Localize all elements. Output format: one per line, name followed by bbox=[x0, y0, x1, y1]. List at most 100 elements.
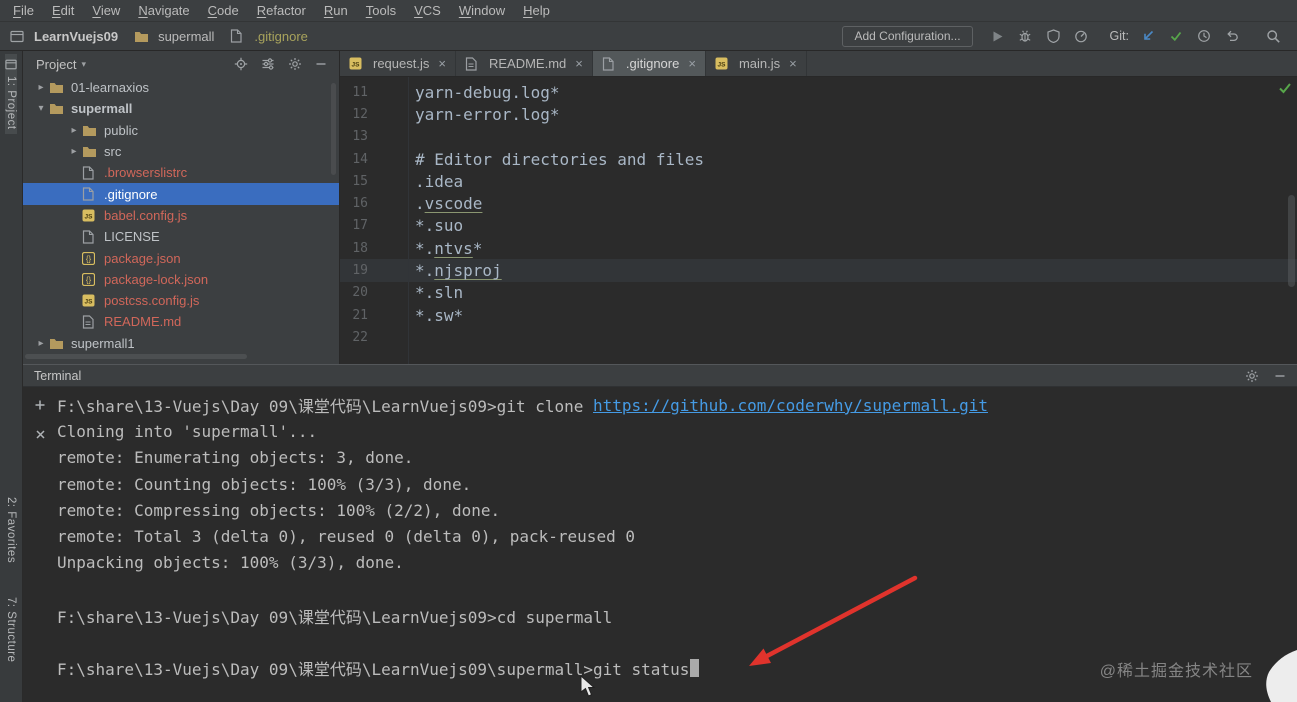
chevron-right-icon[interactable]: ▸ bbox=[33, 82, 49, 93]
editor-line[interactable]: 13 bbox=[340, 126, 1297, 148]
tree-item-src[interactable]: ▸ src bbox=[23, 141, 339, 162]
code-text: *.sln bbox=[415, 283, 464, 303]
tree-item-label: src bbox=[104, 144, 122, 160]
chevron-down-icon[interactable]: ▾ bbox=[33, 103, 49, 114]
code-text: .idea bbox=[415, 171, 464, 191]
tree-scrollbar[interactable] bbox=[331, 83, 336, 175]
add-configuration-button[interactable]: Add Configuration... bbox=[842, 25, 973, 47]
menu-view[interactable]: View bbox=[83, 1, 129, 20]
tree-item-babel-config-js[interactable]: JS babel.config.js bbox=[23, 205, 339, 226]
tree-item-supermall[interactable]: ▾ supermall bbox=[23, 98, 339, 119]
tree-item-package-json[interactable]: {} package.json bbox=[23, 247, 339, 268]
tab-close-icon[interactable]: × bbox=[789, 56, 797, 71]
editor-line[interactable]: 18 *.ntvs* bbox=[340, 237, 1297, 259]
breadcrumb-item-supermall[interactable]: supermall bbox=[134, 29, 214, 44]
revert-icon[interactable] bbox=[1222, 27, 1241, 46]
code-text: .vscode bbox=[415, 194, 483, 214]
tool-window-button-2-favorites[interactable]: 2: Favorites bbox=[5, 490, 17, 567]
editor-line[interactable]: 12 yarn-error.log* bbox=[340, 103, 1297, 125]
chevron-right-icon[interactable]: ▸ bbox=[66, 146, 82, 157]
git-commit-icon[interactable] bbox=[1166, 27, 1185, 46]
close-session-icon[interactable] bbox=[35, 425, 46, 444]
tool-window-button-1-project[interactable]: 1: Project bbox=[5, 54, 17, 134]
tree-item-browserslistrc[interactable]: .browserslistrc bbox=[23, 162, 339, 183]
tree-item-label: babel.config.js bbox=[104, 207, 188, 223]
editor-scrollbar[interactable] bbox=[1288, 195, 1295, 287]
git-update-icon[interactable] bbox=[1138, 27, 1157, 46]
tab-request-js[interactable]: JS request.js × bbox=[340, 51, 456, 76]
tree-item-gitignore[interactable]: .gitignore bbox=[23, 183, 339, 205]
editor-line[interactable]: 11 yarn-debug.log* bbox=[340, 81, 1297, 103]
svg-text:JS: JS bbox=[85, 213, 94, 220]
debug-icon[interactable] bbox=[1016, 27, 1035, 46]
json-icon: {} bbox=[82, 272, 100, 286]
terminal-header[interactable]: Terminal bbox=[23, 364, 1297, 387]
terminal-title: Terminal bbox=[34, 368, 82, 383]
new-session-icon[interactable] bbox=[34, 396, 46, 415]
code-text: yarn-debug.log* bbox=[415, 82, 560, 102]
git-label: Git: bbox=[1109, 29, 1129, 43]
tab-close-icon[interactable]: × bbox=[688, 56, 696, 71]
code-text: *.sw* bbox=[415, 305, 464, 325]
history-icon[interactable] bbox=[1194, 27, 1213, 46]
menu-navigate[interactable]: Navigate bbox=[129, 1, 198, 20]
line-number: 12 bbox=[352, 106, 368, 122]
watermark: @稀土掘金技术社区 bbox=[1099, 663, 1253, 680]
tree-item-readme-md[interactable]: README.md bbox=[23, 311, 339, 332]
terminal-settings-icon[interactable] bbox=[1245, 369, 1259, 383]
editor-line[interactable]: 21 *.sw* bbox=[340, 304, 1297, 326]
menu-edit[interactable]: Edit bbox=[43, 1, 83, 20]
menu-window[interactable]: Window bbox=[450, 1, 514, 20]
svg-text:{}: {} bbox=[86, 275, 92, 284]
tree-item-public[interactable]: ▸ public bbox=[23, 120, 339, 141]
editor-line[interactable]: 20 *.sln bbox=[340, 282, 1297, 304]
tab-close-icon[interactable]: × bbox=[575, 56, 583, 71]
minimize-icon[interactable] bbox=[1274, 370, 1286, 382]
tab-close-icon[interactable]: × bbox=[438, 56, 446, 71]
editor-line[interactable]: 14 # Editor directories and files bbox=[340, 148, 1297, 170]
menu-run[interactable]: Run bbox=[315, 1, 357, 20]
tree-item-01-learnaxios[interactable]: ▸ 01-learnaxios bbox=[23, 77, 339, 98]
tool-window-button-7-structure[interactable]: 7: Structure bbox=[5, 590, 17, 666]
menu-vcs[interactable]: VCS bbox=[405, 1, 450, 20]
view-options-icon[interactable] bbox=[261, 57, 275, 71]
terminal-panel: Terminal F:\share\13-Vuejs\Day 09\课堂代码\L… bbox=[23, 364, 1297, 702]
menu-help[interactable]: Help bbox=[514, 1, 559, 20]
tab-gitignore[interactable]: .gitignore × bbox=[592, 51, 706, 76]
chevron-right-icon[interactable]: ▸ bbox=[33, 338, 49, 349]
profiler-icon[interactable] bbox=[1072, 27, 1091, 46]
tab-readme-md[interactable]: README.md × bbox=[456, 51, 593, 76]
run-icon[interactable] bbox=[988, 27, 1007, 46]
breadcrumb-item-learnvuejs09[interactable]: LearnVuejs09 bbox=[10, 29, 118, 44]
hide-panel-icon[interactable] bbox=[315, 58, 327, 70]
terminal-line: remote: Counting objects: 100% (3/3), do… bbox=[57, 471, 1297, 497]
project-view-selector[interactable]: Project bbox=[36, 57, 76, 72]
editor-line[interactable]: 17 *.suo bbox=[340, 215, 1297, 237]
tree-item-license[interactable]: LICENSE bbox=[23, 226, 339, 247]
search-icon[interactable] bbox=[1264, 27, 1283, 46]
line-number: 13 bbox=[352, 129, 368, 145]
editor-content[interactable]: 11 yarn-debug.log* 12 yarn-error.log* 13 14 # … bbox=[340, 77, 1297, 349]
menu-file[interactable]: File bbox=[4, 1, 43, 20]
tree-item-postcss-config-js[interactable]: JS postcss.config.js bbox=[23, 290, 339, 311]
editor-line[interactable]: 19 *.njsproj bbox=[340, 259, 1297, 282]
gear-icon[interactable] bbox=[288, 57, 302, 71]
chevron-right-icon[interactable]: ▸ bbox=[66, 125, 82, 136]
menu-tools[interactable]: Tools bbox=[357, 1, 405, 20]
locate-file-icon[interactable] bbox=[234, 57, 248, 71]
editor-line[interactable]: 22 bbox=[340, 326, 1297, 348]
inspection-status-icon[interactable] bbox=[1278, 82, 1292, 97]
tree-item-package-lock-json[interactable]: {} package-lock.json bbox=[23, 269, 339, 290]
terminal-link[interactable]: https://github.com/coderwhy/supermall.gi… bbox=[593, 396, 988, 415]
tree-item-supermall1[interactable]: ▸ supermall1 bbox=[23, 333, 339, 354]
menu-refactor[interactable]: Refactor bbox=[248, 1, 315, 20]
editor-line[interactable]: 16 .vscode bbox=[340, 192, 1297, 214]
terminal-body[interactable]: F:\share\13-Vuejs\Day 09\课堂代码\LearnVuejs… bbox=[23, 387, 1297, 681]
editor-line[interactable]: 15 .idea bbox=[340, 170, 1297, 192]
coverage-icon[interactable] bbox=[1044, 27, 1063, 46]
horizontal-scrollbar[interactable] bbox=[25, 354, 247, 359]
menu-code[interactable]: Code bbox=[199, 1, 248, 20]
breadcrumb-item-gitignore[interactable]: .gitignore bbox=[230, 29, 308, 44]
file-icon bbox=[230, 29, 248, 43]
tab-main-js[interactable]: JS main.js × bbox=[706, 51, 807, 76]
